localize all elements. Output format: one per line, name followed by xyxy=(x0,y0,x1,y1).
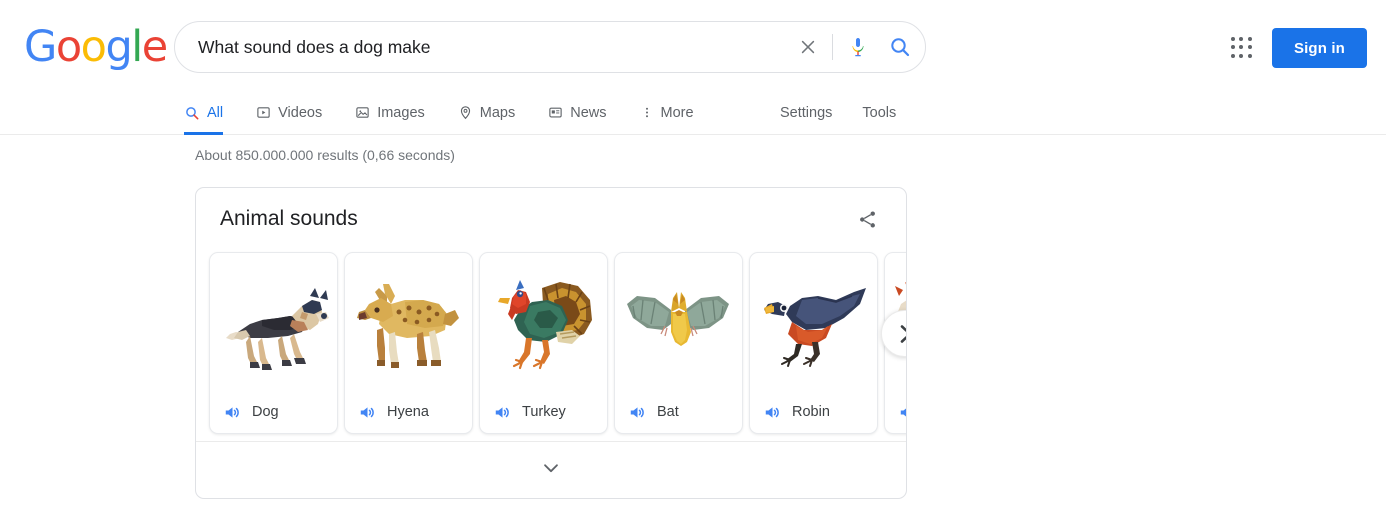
animal-card-robin[interactable]: Robin xyxy=(749,252,878,434)
nav-tools: Settings Tools xyxy=(780,90,926,135)
apps-dot xyxy=(1247,37,1252,41)
logo-letter-0: G xyxy=(24,22,57,72)
tab-news[interactable]: News xyxy=(548,90,607,135)
animal-card-dog[interactable]: Dog xyxy=(209,252,338,434)
search-icon xyxy=(184,105,200,121)
apps-dot xyxy=(1247,45,1252,50)
sign-in-button[interactable]: Sign in xyxy=(1271,28,1367,68)
close-icon[interactable] xyxy=(788,25,828,69)
animal-name: Dog xyxy=(252,404,279,420)
nav-tabs: All Videos Images Maps News More xyxy=(184,90,727,135)
speaker-icon[interactable] xyxy=(763,403,782,422)
card-title: Animal sounds xyxy=(220,207,358,230)
apps-dot xyxy=(1239,53,1244,58)
card-header: Animal sounds xyxy=(196,188,906,250)
animal-sounds-card: Animal sounds Dog Hyena Turkey Bat Robin xyxy=(195,187,907,499)
hyena-illustration xyxy=(345,253,472,391)
logo-letter-2: o xyxy=(80,22,107,72)
animal-label-row[interactable] xyxy=(885,391,906,433)
tab-all[interactable]: All xyxy=(184,90,224,135)
speaker-icon[interactable] xyxy=(493,403,512,422)
tab-label: More xyxy=(660,104,694,121)
animal-label-row[interactable]: Turkey xyxy=(480,391,607,433)
tab-videos[interactable]: Videos xyxy=(256,90,322,135)
expand-card-button[interactable] xyxy=(196,441,906,498)
tab-more[interactable]: More xyxy=(640,90,694,135)
animal-label-row[interactable]: Robin xyxy=(750,391,877,433)
animal-card-turkey[interactable]: Turkey xyxy=(479,252,608,434)
logo-letter-3: g xyxy=(105,22,132,72)
animal-name: Turkey xyxy=(522,404,566,420)
animal-label-row[interactable]: Dog xyxy=(210,391,337,433)
tab-images[interactable]: Images xyxy=(355,90,425,135)
chevron-down-icon xyxy=(540,457,562,484)
search-icon[interactable] xyxy=(875,25,925,69)
image-icon xyxy=(355,105,370,120)
animal-label-row[interactable]: Hyena xyxy=(345,391,472,433)
tab-label: All xyxy=(207,104,224,121)
tab-maps[interactable]: Maps xyxy=(458,90,515,135)
pin-icon xyxy=(458,105,473,120)
speaker-icon[interactable] xyxy=(628,403,647,422)
apps-dot xyxy=(1231,53,1235,58)
animal-label-row[interactable]: Bat xyxy=(615,391,742,433)
apps-dot xyxy=(1247,53,1252,58)
speaker-icon[interactable] xyxy=(358,403,377,422)
speaker-icon[interactable] xyxy=(898,403,906,422)
tools-link[interactable]: Tools xyxy=(862,105,896,121)
animal-name: Robin xyxy=(792,404,830,420)
apps-dot xyxy=(1231,37,1235,41)
apps-dot xyxy=(1239,37,1244,41)
tab-label: Maps xyxy=(479,104,516,121)
logo-letter-5: e xyxy=(141,22,168,72)
search-divider xyxy=(832,34,833,60)
apps-grid-icon[interactable] xyxy=(1227,33,1257,63)
tab-label: Videos xyxy=(278,104,323,121)
result-count: About 850.000.000 results (0,66 seconds) xyxy=(195,147,455,163)
search-bar[interactable] xyxy=(174,21,926,73)
animal-card-bat[interactable]: Bat xyxy=(614,252,743,434)
tab-label: Images xyxy=(377,104,425,121)
news-icon xyxy=(548,105,563,120)
dog-illustration xyxy=(210,253,337,391)
logo-letter-4: l xyxy=(131,22,143,72)
animal-card-hyena[interactable]: Hyena xyxy=(344,252,473,434)
animal-name: Bat xyxy=(657,404,679,420)
search-input[interactable] xyxy=(198,36,788,58)
share-icon[interactable] xyxy=(850,202,884,236)
apps-dot xyxy=(1239,45,1244,50)
apps-dot xyxy=(1231,45,1235,50)
animal-carousel[interactable]: Dog Hyena Turkey Bat Robin xyxy=(196,250,906,441)
settings-link[interactable]: Settings xyxy=(780,105,832,121)
microphone-icon[interactable] xyxy=(841,25,875,69)
video-icon xyxy=(256,105,271,120)
page-header: Google What sound does a dog make Sign i… xyxy=(0,0,1386,90)
bat-illustration xyxy=(615,253,742,391)
google-logo[interactable]: Google xyxy=(24,22,168,72)
speaker-icon[interactable] xyxy=(223,403,242,422)
search-input-wrapper[interactable] xyxy=(175,36,788,58)
logo-letter-1: o xyxy=(55,22,82,72)
tab-label: News xyxy=(570,104,607,121)
robin-illustration xyxy=(750,253,877,391)
animal-carousel-wrapper: Dog Hyena Turkey Bat Robin xyxy=(196,250,906,441)
more-vert-icon xyxy=(640,105,654,120)
search-nav-bar: All Videos Images Maps News More Setting… xyxy=(0,90,1386,135)
turkey-illustration xyxy=(480,253,607,391)
animal-name: Hyena xyxy=(387,404,429,420)
